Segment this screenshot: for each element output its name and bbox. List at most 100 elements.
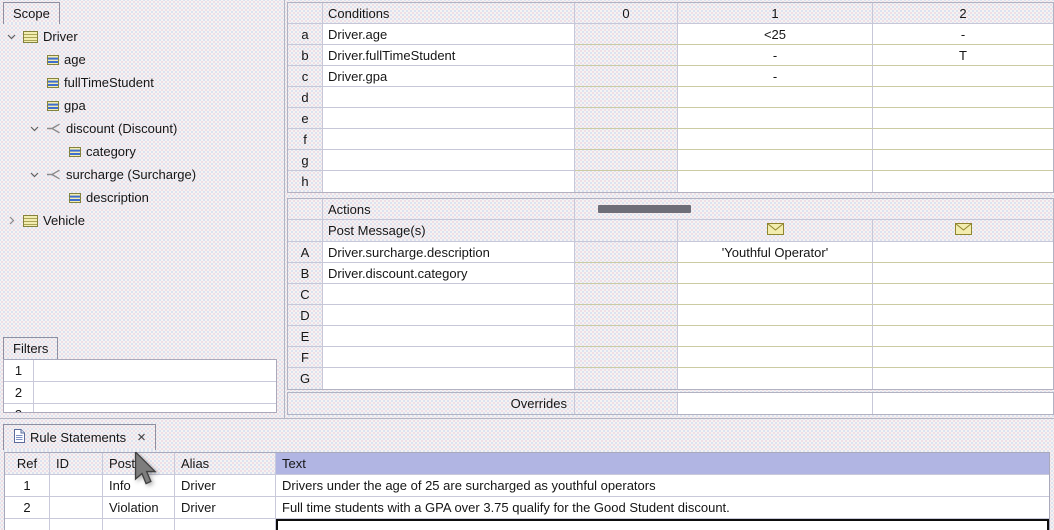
condition-expression-cell[interactable]: Driver.gpa: [323, 66, 575, 87]
action-value-cell[interactable]: [575, 368, 678, 389]
override-cell[interactable]: [678, 393, 873, 414]
action-value-cell[interactable]: [873, 284, 1053, 305]
condition-expression-cell[interactable]: [323, 150, 575, 171]
row-letter[interactable]: D: [288, 305, 323, 326]
action-expression-cell[interactable]: [323, 305, 575, 326]
alias-cell[interactable]: [175, 519, 276, 530]
row-letter[interactable]: e: [288, 108, 323, 129]
row-letter[interactable]: d: [288, 87, 323, 108]
condition-value-cell[interactable]: [678, 171, 873, 192]
condition-value-cell[interactable]: [575, 108, 678, 129]
condition-value-cell[interactable]: [873, 150, 1053, 171]
filter-row-number[interactable]: 3: [4, 404, 34, 413]
action-value-cell[interactable]: [575, 263, 678, 284]
action-value-cell[interactable]: [575, 326, 678, 347]
tab-scope[interactable]: Scope: [3, 2, 60, 24]
tab-filters[interactable]: Filters: [3, 337, 58, 359]
condition-value-cell[interactable]: -: [678, 45, 873, 66]
row-letter[interactable]: g: [288, 150, 323, 171]
chevron-right-icon[interactable]: [5, 216, 18, 225]
action-value-cell[interactable]: [575, 242, 678, 263]
chevron-down-icon[interactable]: [28, 126, 41, 132]
condition-value-cell[interactable]: -: [873, 24, 1053, 45]
tree-item-category[interactable]: category: [0, 140, 284, 163]
ref-cell[interactable]: 2: [5, 497, 50, 519]
alias-cell[interactable]: Driver: [175, 497, 276, 519]
condition-value-cell[interactable]: [873, 129, 1053, 150]
horizontal-scrollbar-thumb[interactable]: [598, 205, 691, 213]
action-value-cell[interactable]: [575, 284, 678, 305]
row-letter[interactable]: G: [288, 368, 323, 389]
condition-value-cell[interactable]: [575, 129, 678, 150]
column-header-id[interactable]: ID: [50, 453, 103, 475]
id-cell[interactable]: [50, 497, 103, 519]
action-value-cell[interactable]: [575, 305, 678, 326]
condition-expression-cell[interactable]: Driver.age: [323, 24, 575, 45]
override-cell[interactable]: [575, 393, 678, 414]
action-value-cell[interactable]: [873, 242, 1053, 263]
id-cell[interactable]: [50, 519, 103, 530]
tree-item-age[interactable]: age: [0, 48, 284, 71]
post-cell[interactable]: [103, 519, 175, 530]
condition-value-cell[interactable]: [575, 171, 678, 192]
close-icon[interactable]: ×: [137, 430, 146, 445]
action-value-cell[interactable]: [873, 305, 1053, 326]
condition-value-cell[interactable]: [678, 108, 873, 129]
condition-value-cell[interactable]: [678, 87, 873, 108]
action-expression-cell[interactable]: [323, 347, 575, 368]
action-value-cell[interactable]: [575, 347, 678, 368]
id-cell[interactable]: [50, 475, 103, 497]
condition-value-cell[interactable]: [873, 87, 1053, 108]
condition-value-cell[interactable]: [873, 108, 1053, 129]
condition-expression-cell[interactable]: [323, 129, 575, 150]
column-header-0[interactable]: 0: [575, 3, 678, 24]
filter-expression-cell[interactable]: [34, 360, 276, 381]
alias-cell[interactable]: Driver: [175, 475, 276, 497]
condition-value-cell[interactable]: [575, 24, 678, 45]
action-expression-cell[interactable]: [323, 368, 575, 389]
column-header-1[interactable]: 1: [678, 3, 873, 24]
post-message-cell[interactable]: [575, 220, 678, 242]
row-letter[interactable]: a: [288, 24, 323, 45]
action-expression-cell[interactable]: [323, 284, 575, 305]
row-letter[interactable]: B: [288, 263, 323, 284]
condition-value-cell[interactable]: [678, 129, 873, 150]
tree-item-vehicle[interactable]: Vehicle: [0, 209, 284, 232]
post-message-cell[interactable]: [873, 220, 1053, 242]
filter-expression-cell[interactable]: [34, 382, 276, 403]
row-letter[interactable]: F: [288, 347, 323, 368]
condition-expression-cell[interactable]: Driver.fullTimeStudent: [323, 45, 575, 66]
action-value-cell[interactable]: [678, 368, 873, 389]
condition-expression-cell[interactable]: [323, 171, 575, 192]
row-letter[interactable]: A: [288, 242, 323, 263]
row-letter[interactable]: f: [288, 129, 323, 150]
condition-value-cell[interactable]: [575, 87, 678, 108]
condition-value-cell[interactable]: [873, 171, 1053, 192]
ref-cell[interactable]: 1: [5, 475, 50, 497]
condition-value-cell[interactable]: [678, 150, 873, 171]
text-cell[interactable]: Full time students with a GPA over 3.75 …: [276, 497, 1049, 519]
column-header-alias[interactable]: Alias: [175, 453, 276, 475]
condition-expression-cell[interactable]: [323, 87, 575, 108]
action-value-cell[interactable]: [678, 347, 873, 368]
condition-expression-cell[interactable]: [323, 108, 575, 129]
column-header-text[interactable]: Text: [276, 453, 1049, 475]
action-expression-cell[interactable]: Driver.surcharge.description: [323, 242, 575, 263]
chevron-down-icon[interactable]: [5, 34, 18, 40]
row-letter[interactable]: b: [288, 45, 323, 66]
column-header-ref[interactable]: Ref: [5, 453, 50, 475]
override-cell[interactable]: [873, 393, 1053, 414]
condition-value-cell[interactable]: [575, 150, 678, 171]
ref-cell[interactable]: [5, 519, 50, 530]
action-expression-cell[interactable]: Driver.discount.category: [323, 263, 575, 284]
condition-value-cell[interactable]: [575, 45, 678, 66]
chevron-down-icon[interactable]: [28, 172, 41, 178]
column-header-post[interactable]: Post: [103, 453, 175, 475]
tree-item-fulltimestudent[interactable]: fullTimeStudent: [0, 71, 284, 94]
post-message-cell[interactable]: [678, 220, 873, 242]
filter-expression-cell[interactable]: [34, 404, 276, 413]
action-expression-cell[interactable]: [323, 326, 575, 347]
action-value-cell[interactable]: [678, 284, 873, 305]
condition-value-cell[interactable]: [873, 66, 1053, 87]
action-value-cell[interactable]: [873, 326, 1053, 347]
